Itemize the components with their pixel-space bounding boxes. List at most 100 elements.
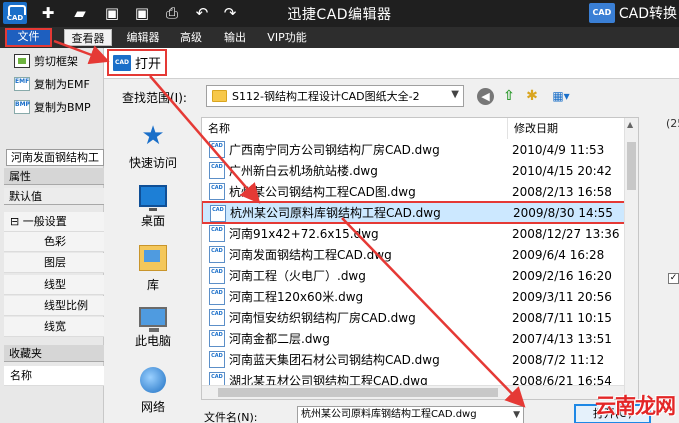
cad-convert-button[interactable]: CAD CAD转换: [588, 2, 677, 24]
place-network[interactable]: 网络: [112, 367, 194, 415]
file-row[interactable]: CAD 河南恒安纺织钢结构厂房CAD.dwg 2008/7/11 10:15: [202, 307, 626, 328]
file-name: 河南金都二层.dwg: [229, 332, 330, 346]
scroll-up-icon[interactable]: ▲: [627, 120, 633, 129]
up-folder-icon[interactable]: ⇧: [500, 87, 518, 105]
filename-input[interactable]: 杭州某公司原料库钢结构工程CAD.dwg ▼: [297, 406, 524, 423]
file-date: 2007/4/13 13:51: [512, 331, 612, 346]
file-date: 2008/7/2 11:12: [512, 352, 605, 367]
menu-file[interactable]: 文件: [5, 28, 52, 47]
file-name: 广西南宁同方公司钢结构厂房CAD.dwg: [229, 143, 440, 157]
file-row[interactable]: CAD 河南发面钢结构工程CAD.dwg 2009/6/4 16:28: [202, 244, 626, 265]
horizontal-scroll-thumb[interactable]: [218, 388, 498, 397]
menu-vip[interactable]: VIP功能: [264, 29, 310, 46]
folder-icon: [212, 90, 227, 102]
file-name: 河南工程120x60米.dwg: [229, 290, 364, 304]
place-desktop-label: 桌面: [140, 214, 165, 228]
file-date: 2009/3/11 20:56: [512, 289, 612, 304]
file-name: 河南发面钢结构工程CAD.dwg: [229, 248, 392, 262]
copy-bmp-item[interactable]: BMP 复制为BMP: [14, 98, 91, 116]
menu-output[interactable]: 输出: [220, 29, 250, 46]
prop-linetype-scale[interactable]: 线型比例: [4, 296, 104, 316]
file-date: 2008/12/27 13:36: [512, 226, 620, 241]
file-name: 杭州某公司钢结构工程CAD图.dwg: [229, 185, 416, 199]
vertical-scroll-thumb[interactable]: [627, 142, 636, 190]
file-name: 河南工程（火电厂）.dwg: [229, 269, 366, 283]
title-bar: CAD ✚ ▰ ▣ ▣ ⎙ ↶ ↷ 迅捷CAD编辑器 CAD CAD转换: [0, 0, 679, 27]
column-date-header[interactable]: 修改日期: [514, 118, 558, 139]
file-row[interactable]: CAD 河南工程（火电厂）.dwg 2009/2/16 16:20: [202, 265, 626, 286]
general-settings-group[interactable]: ⊟ 一般设置: [4, 212, 104, 232]
copy-emf-item[interactable]: EMF 复制为EMF: [14, 75, 90, 93]
menu-bar: 文件 查看器 编辑器 高级 输出 VIP功能: [0, 27, 679, 48]
document-tab[interactable]: 河南发面钢结构工: [6, 149, 104, 166]
look-in-dropdown[interactable]: S112-钢结构工程设计CAD图纸大全-2 ▼: [206, 85, 464, 107]
file-row[interactable]: CAD 广州新白云机场航站楼.dwg 2010/4/15 20:42: [202, 160, 626, 181]
dwg-file-icon: CAD: [209, 351, 225, 368]
file-date: 2009/2/16 16:20: [512, 268, 612, 283]
bmp-icon: BMP: [14, 100, 30, 114]
prop-lineweight[interactable]: 线宽: [4, 317, 104, 337]
dwg-file-icon: CAD: [209, 288, 225, 305]
dwg-file-icon: CAD: [209, 330, 225, 347]
chevron-down-icon: ▼: [451, 89, 459, 100]
place-this-pc-label: 此电脑: [134, 334, 171, 348]
vertical-scrollbar[interactable]: ▲: [624, 118, 638, 399]
dialog-title-highlight: CAD 打开: [107, 49, 167, 76]
place-quick-access[interactable]: ★ 快速访问: [112, 123, 194, 171]
place-network-label: 网络: [140, 400, 165, 414]
file-row[interactable]: CAD 河南蓝天集团石材公司钢结构CAD.dwg 2008/7/2 11:12: [202, 349, 626, 370]
favorites-name-column: 名称: [4, 366, 104, 386]
dwg-file-icon: CAD: [209, 309, 225, 326]
back-icon[interactable]: ◀: [477, 88, 494, 105]
computer-icon: [139, 307, 167, 332]
file-row[interactable]: CAD 河南工程120x60米.dwg 2009/3/11 20:56: [202, 286, 626, 307]
prop-linetype[interactable]: 线型: [4, 275, 104, 295]
preview-checkbox[interactable]: ✓: [668, 273, 679, 284]
left-pane: 剪切框架 EMF 复制为EMF BMP 复制为BMP 河南发面钢结构工 属性 默…: [0, 48, 104, 423]
place-desktop[interactable]: 桌面: [112, 185, 194, 229]
file-date: 2010/4/9 11:53: [512, 142, 605, 157]
dwg-file-icon: CAD: [210, 205, 226, 222]
look-in-value: S112-钢结构工程设计CAD图纸大全-2: [232, 90, 420, 103]
file-date: 2008/7/11 10:15: [512, 310, 612, 325]
filename-dropdown-icon[interactable]: ▼: [513, 407, 520, 423]
file-name: 杭州某公司原料库钢结构工程CAD.dwg: [230, 206, 441, 220]
dialog-cad-icon: CAD: [113, 54, 131, 71]
horizontal-scrollbar[interactable]: [202, 385, 624, 399]
place-this-pc[interactable]: 此电脑: [112, 307, 194, 349]
file-date: 2010/4/15 20:42: [512, 163, 612, 178]
dwg-file-icon: CAD: [209, 246, 225, 263]
cad-convert-icon: CAD: [588, 3, 615, 23]
place-library[interactable]: 库: [112, 245, 194, 293]
file-row[interactable]: CAD 河南91x42+72.6x15.dwg 2008/12/27 13:36: [202, 223, 626, 244]
preview-number: (25: [666, 117, 679, 130]
file-row[interactable]: CAD 杭州某公司钢结构工程CAD图.dwg 2008/2/13 16:58: [202, 181, 626, 202]
file-row[interactable]: CAD 广西南宁同方公司钢结构厂房CAD.dwg 2010/4/9 11:53: [202, 139, 626, 160]
file-date: 2009/6/4 16:28: [512, 247, 605, 262]
place-quick-access-label: 快速访问: [128, 156, 177, 170]
properties-default[interactable]: 默认值: [4, 188, 104, 205]
new-folder-icon[interactable]: ✱: [523, 87, 541, 105]
prop-color[interactable]: 色彩: [4, 232, 104, 252]
dwg-file-icon: CAD: [209, 225, 225, 242]
favorites-header: 收藏夹: [4, 345, 104, 362]
file-name: 河南91x42+72.6x15.dwg: [229, 227, 379, 241]
filename-value: 杭州某公司原料库钢结构工程CAD.dwg: [301, 409, 477, 420]
network-icon: [140, 367, 166, 393]
column-separator: [507, 118, 508, 139]
column-name-header[interactable]: 名称: [208, 118, 230, 139]
file-date: 2009/8/30 14:55: [513, 205, 613, 220]
dwg-file-icon: CAD: [209, 162, 225, 179]
menu-viewer[interactable]: 查看器: [64, 29, 112, 46]
file-list: 名称 修改日期 CAD 广西南宁同方公司钢结构厂房CAD.dwg 2010/4/9 …: [201, 117, 639, 400]
look-in-label: 查找范围(I):: [122, 91, 187, 105]
crop-frame-item[interactable]: 剪切框架: [14, 52, 78, 70]
view-menu-icon[interactable]: ▦▾: [546, 87, 576, 105]
dwg-file-icon: CAD: [209, 267, 225, 284]
star-icon: ★: [141, 121, 165, 151]
menu-advanced[interactable]: 高级: [176, 29, 206, 46]
file-row[interactable]: CAD 河南金都二层.dwg 2007/4/13 13:51: [202, 328, 626, 349]
prop-layer[interactable]: 图层: [4, 253, 104, 273]
menu-editor[interactable]: 编辑器: [123, 29, 163, 46]
file-row[interactable]: CAD 杭州某公司原料库钢结构工程CAD.dwg 2009/8/30 14:55: [202, 201, 627, 224]
